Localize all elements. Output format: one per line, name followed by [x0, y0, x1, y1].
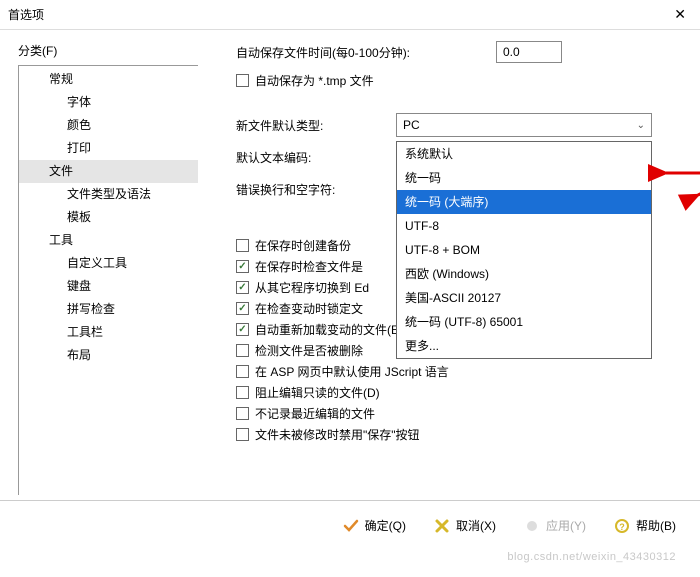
help-button[interactable]: ? 帮助(B) [614, 517, 676, 534]
autosave-label: 自动保存文件时间(每0-100分钟): [236, 44, 496, 61]
checkbox-icon[interactable] [236, 365, 249, 378]
tree-item[interactable]: 工具 [19, 229, 198, 252]
checkbox-icon[interactable] [236, 407, 249, 420]
checkbox-label: 文件未被修改时禁用"保存"按钮 [255, 426, 420, 443]
checkbox-row[interactable]: 文件未被修改时禁用"保存"按钮 [236, 426, 680, 443]
close-icon[interactable]: ✕ [668, 4, 692, 25]
tree-item[interactable]: 模板 [19, 206, 198, 229]
dropdown-item[interactable]: 美国-ASCII 20127 [397, 286, 651, 310]
checkbox-label: 在保存时创建备份 [255, 237, 351, 254]
checkbox-label: 从其它程序切换到 Ed [255, 279, 369, 296]
encoding-label: 默认文本编码: [236, 149, 396, 166]
dropdown-item[interactable]: UTF-8 + BOM [397, 238, 651, 262]
sidebar-heading: 分类(F) [18, 42, 200, 59]
dropdown-item[interactable]: UTF-8 [397, 214, 651, 238]
select-value: PC [403, 118, 420, 132]
checkbox-label: 不记录最近编辑的文件 [255, 405, 375, 422]
sidebar: 分类(F) 常规字体颜色打印文件文件类型及语法模板工具自定义工具键盘拼写检查工具… [0, 30, 200, 500]
apply-icon [524, 518, 540, 534]
chevron-down-icon: ⌄ [637, 120, 645, 131]
autosave-tmp-row[interactable]: 自动保存为 *.tmp 文件 [236, 72, 680, 89]
tree-item[interactable]: 拼写检查 [19, 298, 198, 321]
checkbox-label: 自动重新加载变动的文件(E) [255, 321, 403, 338]
x-icon [434, 518, 450, 534]
window-title: 首选项 [8, 6, 44, 23]
newfile-type-select[interactable]: PC ⌄ [396, 113, 652, 137]
checkbox-label: 检测文件是否被删除 [255, 342, 363, 359]
tree-item[interactable]: 打印 [19, 137, 198, 160]
tree-item[interactable]: 键盘 [19, 275, 198, 298]
svg-text:?: ? [619, 522, 625, 532]
button-bar: 确定(Q) 取消(X) 应用(Y) ? 帮助(B) [0, 500, 700, 550]
tree-item[interactable]: 常规 [19, 68, 198, 91]
autosave-tmp-label: 自动保存为 *.tmp 文件 [255, 72, 374, 89]
dropdown-item[interactable]: 更多... [397, 334, 651, 358]
checkbox-label: 在检查变动时锁定文 [255, 300, 363, 317]
checkbox-label: 在保存时检查文件是 [255, 258, 363, 275]
tree-item[interactable]: 工具栏 [19, 321, 198, 344]
checkbox-row[interactable]: 在 ASP 网页中默认使用 JScript 语言 [236, 363, 680, 380]
checkbox-icon[interactable] [236, 323, 249, 336]
apply-button[interactable]: 应用(Y) [524, 517, 586, 534]
checkbox-icon[interactable] [236, 74, 249, 87]
tree-item[interactable]: 字体 [19, 91, 198, 114]
dropdown-item[interactable]: 西欧 (Windows) [397, 262, 651, 286]
checkbox-icon[interactable] [236, 344, 249, 357]
checkbox-icon[interactable] [236, 386, 249, 399]
newfile-type-label: 新文件默认类型: [236, 117, 396, 134]
encoding-dropdown[interactable]: 系统默认统一码统一码 (大端序)UTF-8UTF-8 + BOM西欧 (Wind… [396, 141, 652, 359]
checkbox-row[interactable]: 不记录最近编辑的文件 [236, 405, 680, 422]
checkbox-label: 在 ASP 网页中默认使用 JScript 语言 [255, 363, 449, 380]
tree-item[interactable]: 文件 [19, 160, 198, 183]
help-icon: ? [614, 518, 630, 534]
newfile-type-row: 新文件默认类型: PC ⌄ [236, 113, 680, 137]
content: 分类(F) 常规字体颜色打印文件文件类型及语法模板工具自定义工具键盘拼写检查工具… [0, 30, 700, 500]
tree-item[interactable]: 布局 [19, 344, 198, 367]
checkbox-icon[interactable] [236, 239, 249, 252]
checkbox-icon[interactable] [236, 302, 249, 315]
dropdown-item[interactable]: 系统默认 [397, 142, 651, 166]
cancel-button[interactable]: 取消(X) [434, 517, 496, 534]
tree-item[interactable]: 文件类型及语法 [19, 183, 198, 206]
dropdown-item[interactable]: 统一码 (大端序) [397, 190, 651, 214]
checkbox-row[interactable]: 阻止编辑只读的文件(D) [236, 384, 680, 401]
checkbox-icon[interactable] [236, 260, 249, 273]
watermark: blog.csdn.net/weixin_43430312 [507, 551, 676, 563]
tree-item[interactable]: 颜色 [19, 114, 198, 137]
dropdown-item[interactable]: 统一码 [397, 166, 651, 190]
tree-item[interactable]: 自定义工具 [19, 252, 198, 275]
checkbox-icon[interactable] [236, 281, 249, 294]
titlebar: 首选项 ✕ [0, 0, 700, 30]
dropdown-item[interactable]: 统一码 (UTF-8) 65001 [397, 310, 651, 334]
autosave-row: 自动保存文件时间(每0-100分钟): [236, 40, 680, 64]
ok-button[interactable]: 确定(Q) [343, 517, 406, 534]
check-icon [343, 518, 359, 534]
checkbox-icon[interactable] [236, 428, 249, 441]
checkbox-label: 阻止编辑只读的文件(D) [255, 384, 380, 401]
settings-panel: 自动保存文件时间(每0-100分钟): 自动保存为 *.tmp 文件 新文件默认… [200, 30, 700, 500]
autosave-input[interactable] [496, 41, 562, 63]
category-tree[interactable]: 常规字体颜色打印文件文件类型及语法模板工具自定义工具键盘拼写检查工具栏布局 [18, 65, 198, 495]
badwrap-label: 错误换行和空字符: [236, 181, 396, 198]
